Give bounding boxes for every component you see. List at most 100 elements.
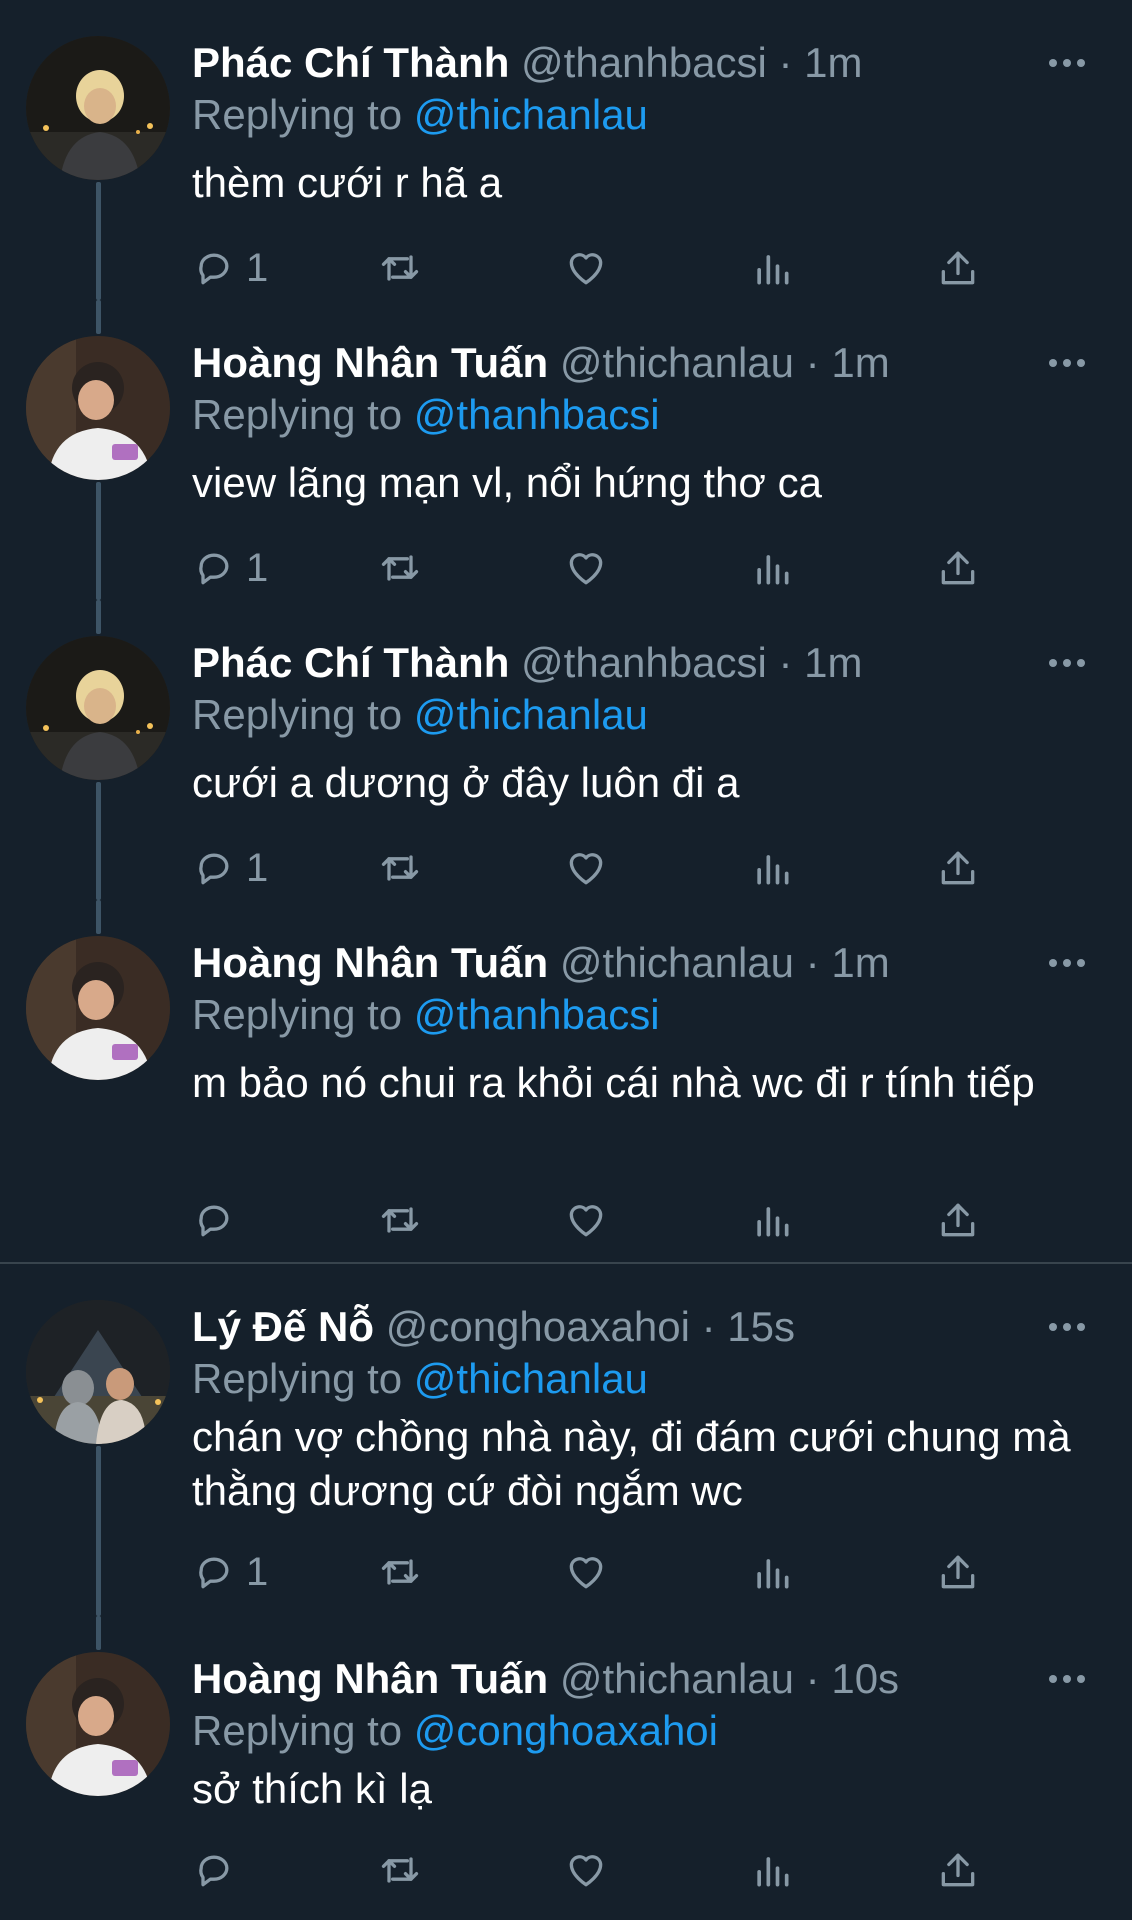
thread-line [96, 782, 101, 900]
mention-link[interactable]: @thichanlau [414, 91, 648, 138]
share-button[interactable] [936, 540, 980, 596]
separator-dot: · [778, 39, 793, 86]
replying-to: Replying to @thichanlau [192, 88, 648, 142]
like-button[interactable] [564, 540, 608, 596]
reply-button[interactable] [192, 1842, 246, 1898]
reply-count: 1 [246, 545, 269, 590]
timestamp[interactable]: 15s [727, 1303, 795, 1350]
mention-link[interactable]: @thichanlau [414, 691, 648, 738]
share-button[interactable] [936, 1544, 980, 1600]
retweet-button[interactable] [378, 1842, 422, 1898]
action-bar: 1 [192, 840, 1012, 896]
display-name[interactable]: Hoàng Nhân Tuấn [192, 1655, 548, 1702]
more-options-button[interactable] [1040, 1300, 1094, 1354]
like-button[interactable] [564, 840, 608, 896]
timestamp[interactable]: 1m [831, 939, 889, 986]
replying-to: Replying to @conghoaxahoi [192, 1704, 718, 1758]
timestamp[interactable]: 10s [831, 1655, 899, 1702]
display-name[interactable]: Phác Chí Thành [192, 639, 509, 686]
mention-link[interactable]: @thichanlau [414, 1355, 648, 1402]
analytics-button[interactable] [750, 1842, 794, 1898]
share-button[interactable] [936, 1192, 980, 1248]
analytics-button[interactable] [750, 1544, 794, 1600]
tweet-text: thèm cưới r hã a [192, 159, 503, 206]
retweet-icon [381, 255, 419, 281]
reply-button[interactable]: 1 [192, 1544, 268, 1600]
thread-line [96, 600, 101, 634]
user-handle[interactable]: @thichanlau [560, 1655, 794, 1702]
retweet-button[interactable] [378, 240, 422, 296]
replying-to: Replying to @thichanlau [192, 1352, 648, 1406]
retweet-button[interactable] [378, 840, 422, 896]
tweet-text: m bảo nó chui ra khỏi cái nhà wc đi r tí… [192, 1059, 1035, 1106]
tweet[interactable]: Phác Chí Thành @thanhbacsi · 1m Replying… [0, 0, 1132, 300]
user-handle[interactable]: @thichanlau [560, 339, 794, 386]
like-button[interactable] [564, 1544, 608, 1600]
avatar[interactable] [26, 336, 170, 480]
action-bar: 1 [192, 240, 1012, 296]
tweet[interactable]: Phác Chí Thành @thanhbacsi · 1m Replying… [0, 600, 1132, 900]
reply-button[interactable]: 1 [192, 840, 268, 896]
avatar[interactable] [26, 36, 170, 180]
timestamp[interactable]: 1m [804, 39, 862, 86]
separator-dot: · [778, 639, 793, 686]
avatar[interactable] [26, 1652, 170, 1796]
avatar[interactable] [26, 1300, 170, 1444]
share-icon [941, 1203, 975, 1237]
reply-icon [199, 253, 229, 285]
more-options-button[interactable] [1040, 636, 1094, 690]
thread-line [96, 300, 101, 334]
tweet-text: chán vợ chồng nhà này, đi đám cưới chung… [192, 1413, 1071, 1514]
user-handle[interactable]: @thanhbacsi [521, 39, 767, 86]
display-name[interactable]: Hoàng Nhân Tuấn [192, 339, 548, 386]
analytics-button[interactable] [750, 840, 794, 896]
avatar[interactable] [26, 936, 170, 1080]
mention-link[interactable]: @conghoaxahoi [414, 1707, 718, 1754]
separator-dot: · [805, 1655, 820, 1702]
more-options-button[interactable] [1040, 936, 1094, 990]
analytics-button[interactable] [750, 540, 794, 596]
retweet-button[interactable] [378, 1192, 422, 1248]
share-button[interactable] [936, 840, 980, 896]
share-icon [941, 1555, 975, 1589]
user-handle[interactable]: @thichanlau [560, 939, 794, 986]
replying-to: Replying to @thanhbacsi [192, 988, 660, 1042]
avatar[interactable] [26, 636, 170, 780]
action-bar [192, 1842, 1012, 1898]
like-button[interactable] [564, 1192, 608, 1248]
more-options-button[interactable] [1040, 336, 1094, 390]
mention-link[interactable]: @thanhbacsi [414, 991, 660, 1038]
analytics-icon [757, 855, 789, 885]
tweet[interactable]: Hoàng Nhân Tuấn @thichanlau · 1m Replyin… [0, 900, 1132, 1262]
display-name[interactable]: Lý Đế Nỗ [192, 1303, 374, 1350]
display-name[interactable]: Hoàng Nhân Tuấn [192, 939, 548, 986]
share-button[interactable] [936, 240, 980, 296]
timestamp[interactable]: 1m [804, 639, 862, 686]
analytics-button[interactable] [750, 1192, 794, 1248]
retweet-icon [381, 555, 419, 581]
replying-to-label: Replying to [192, 991, 403, 1038]
reply-button[interactable]: 1 [192, 540, 268, 596]
tweet[interactable]: Lý Đế Nỗ @conghoaxahoi · 15s Replying to… [0, 1264, 1132, 1616]
mention-link[interactable]: @thanhbacsi [414, 391, 660, 438]
reply-button[interactable]: 1 [192, 240, 268, 296]
share-button[interactable] [936, 1842, 980, 1898]
thread-line [96, 182, 101, 300]
tweet[interactable]: Hoàng Nhân Tuấn @thichanlau · 1m Replyin… [0, 300, 1132, 600]
like-button[interactable] [564, 240, 608, 296]
more-options-button[interactable] [1040, 36, 1094, 90]
analytics-icon [757, 555, 789, 585]
reply-button[interactable] [192, 1192, 246, 1248]
more-options-button[interactable] [1040, 1652, 1094, 1706]
tweet[interactable]: Hoàng Nhân Tuấn @thichanlau · 10s Replyi… [0, 1616, 1132, 1920]
retweet-button[interactable] [378, 540, 422, 596]
heart-icon [569, 1855, 603, 1887]
user-handle[interactable]: @thanhbacsi [521, 639, 767, 686]
analytics-button[interactable] [750, 240, 794, 296]
display-name[interactable]: Phác Chí Thành [192, 39, 509, 86]
timestamp[interactable]: 1m [831, 339, 889, 386]
retweet-button[interactable] [378, 1544, 422, 1600]
like-button[interactable] [564, 1842, 608, 1898]
thread-line [96, 1446, 101, 1616]
user-handle[interactable]: @conghoaxahoi [386, 1303, 690, 1350]
